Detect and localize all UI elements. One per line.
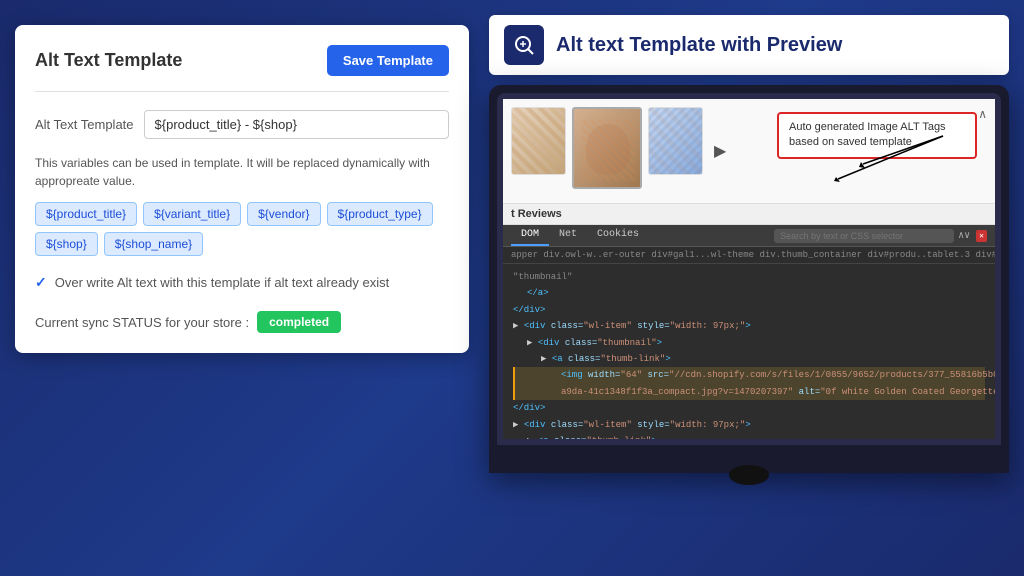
app-header: Alt text Template with Preview xyxy=(489,15,1009,75)
devtools-tab-dom[interactable]: DOM xyxy=(511,225,549,246)
annotation-box: Auto generated Image ALT Tags based on s… xyxy=(777,112,977,159)
panel-header: Alt Text Template Save Template xyxy=(35,45,449,92)
variable-tag-shop-name[interactable]: ${shop_name} xyxy=(104,232,203,256)
code-line-11: ▶ <a class="thumb-link"> xyxy=(513,433,985,439)
variables-description: This variables can be used in template. … xyxy=(35,154,449,190)
product-thumb-3 xyxy=(648,107,703,175)
reviews-header: t Reviews xyxy=(503,204,995,225)
devtools-close-btn[interactable]: ✕ xyxy=(976,230,987,242)
devtools-panel: DOM Net Cookies ∧∨ ✕ apper div.owl xyxy=(503,225,995,439)
code-line-6: ▶ <a class="thumb-link"> xyxy=(513,351,985,367)
devtools-tab-net[interactable]: Net xyxy=(549,225,587,246)
variable-tag-variant-title[interactable]: ${variant_title} xyxy=(143,202,241,226)
code-line-3: </div> xyxy=(513,302,985,318)
devtools-tab-cookies[interactable]: Cookies xyxy=(587,225,649,246)
monitor-bezel: ▶ Auto generated Image ALT Tags based on… xyxy=(497,93,1001,445)
arrow-right-icon: ▶ xyxy=(714,141,726,161)
code-line-9: </div> xyxy=(513,400,985,416)
variable-tag-shop[interactable]: ${shop} xyxy=(35,232,98,256)
status-row: Current sync STATUS for your store : com… xyxy=(35,311,449,333)
right-side: Alt text Template with Preview xyxy=(489,15,1009,473)
template-input[interactable] xyxy=(144,110,449,139)
status-badge: completed xyxy=(257,311,341,333)
screen-content: ▶ Auto generated Image ALT Tags based on… xyxy=(503,99,995,439)
main-container: Alt Text Template Save Template Alt Text… xyxy=(0,0,1024,576)
code-line-7: <img width="64" src="//cdn.shopify.com/s… xyxy=(513,367,985,383)
code-line-10: ▶ <div class="wl-item" style="width: 97p… xyxy=(513,417,985,433)
product-thumb-2 xyxy=(572,107,642,189)
code-line-1: "thumbnail" xyxy=(513,269,985,285)
breadcrumb-bar: apper div.owl-w..er-outer div#gal1...wl-… xyxy=(503,247,995,264)
variable-tag-product-title[interactable]: ${product_title} xyxy=(35,202,137,226)
template-row: Alt Text Template xyxy=(35,110,449,139)
app-title: Alt text Template with Preview xyxy=(556,34,842,57)
images-row-wrapper: ▶ Auto generated Image ALT Tags based on… xyxy=(503,99,995,204)
monitor-stand xyxy=(719,445,779,465)
left-panel: Alt Text Template Save Template Alt Text… xyxy=(15,25,469,353)
status-label: Current sync STATUS for your store : xyxy=(35,315,249,330)
template-label: Alt Text Template xyxy=(35,117,134,132)
product-thumb-1 xyxy=(511,107,566,175)
devtools-search-input[interactable] xyxy=(774,229,954,243)
checkmark-icon: ✓ xyxy=(35,274,47,291)
panel-title: Alt Text Template xyxy=(35,50,182,71)
code-line-8: a9da-41c1348f1f3a_compact.jpg?v=14702073… xyxy=(513,384,985,400)
variable-tag-product-type[interactable]: ${product_type} xyxy=(327,202,433,226)
app-icon xyxy=(504,25,544,65)
save-template-button[interactable]: Save Template xyxy=(327,45,449,76)
variables-list: ${product_title} ${variant_title} ${vend… xyxy=(35,202,449,256)
code-line-5: ▶ <div class="thumbnail"> xyxy=(513,335,985,351)
overwrite-checkbox-row: ✓ Over write Alt text with this template… xyxy=(35,274,449,291)
overwrite-label: Over write Alt text with this template i… xyxy=(55,275,390,290)
monitor-base xyxy=(689,465,809,473)
code-line-2: </a> xyxy=(513,285,985,301)
devtools-tabs: DOM Net Cookies ∧∨ ✕ xyxy=(503,225,995,247)
scroll-arrows: ∧∨ xyxy=(958,230,970,242)
scroll-up-icon[interactable]: ∧ xyxy=(978,107,987,121)
monitor: ▶ Auto generated Image ALT Tags based on… xyxy=(489,85,1009,473)
code-line-4: ▶ <div class="wl-item" style="width: 97p… xyxy=(513,318,985,334)
variable-tag-vendor[interactable]: ${vendor} xyxy=(247,202,320,226)
code-area: "thumbnail" </a> </div> ▶ <div class="wl… xyxy=(503,264,995,439)
monitor-wrapper: ▶ Auto generated Image ALT Tags based on… xyxy=(489,85,1009,473)
